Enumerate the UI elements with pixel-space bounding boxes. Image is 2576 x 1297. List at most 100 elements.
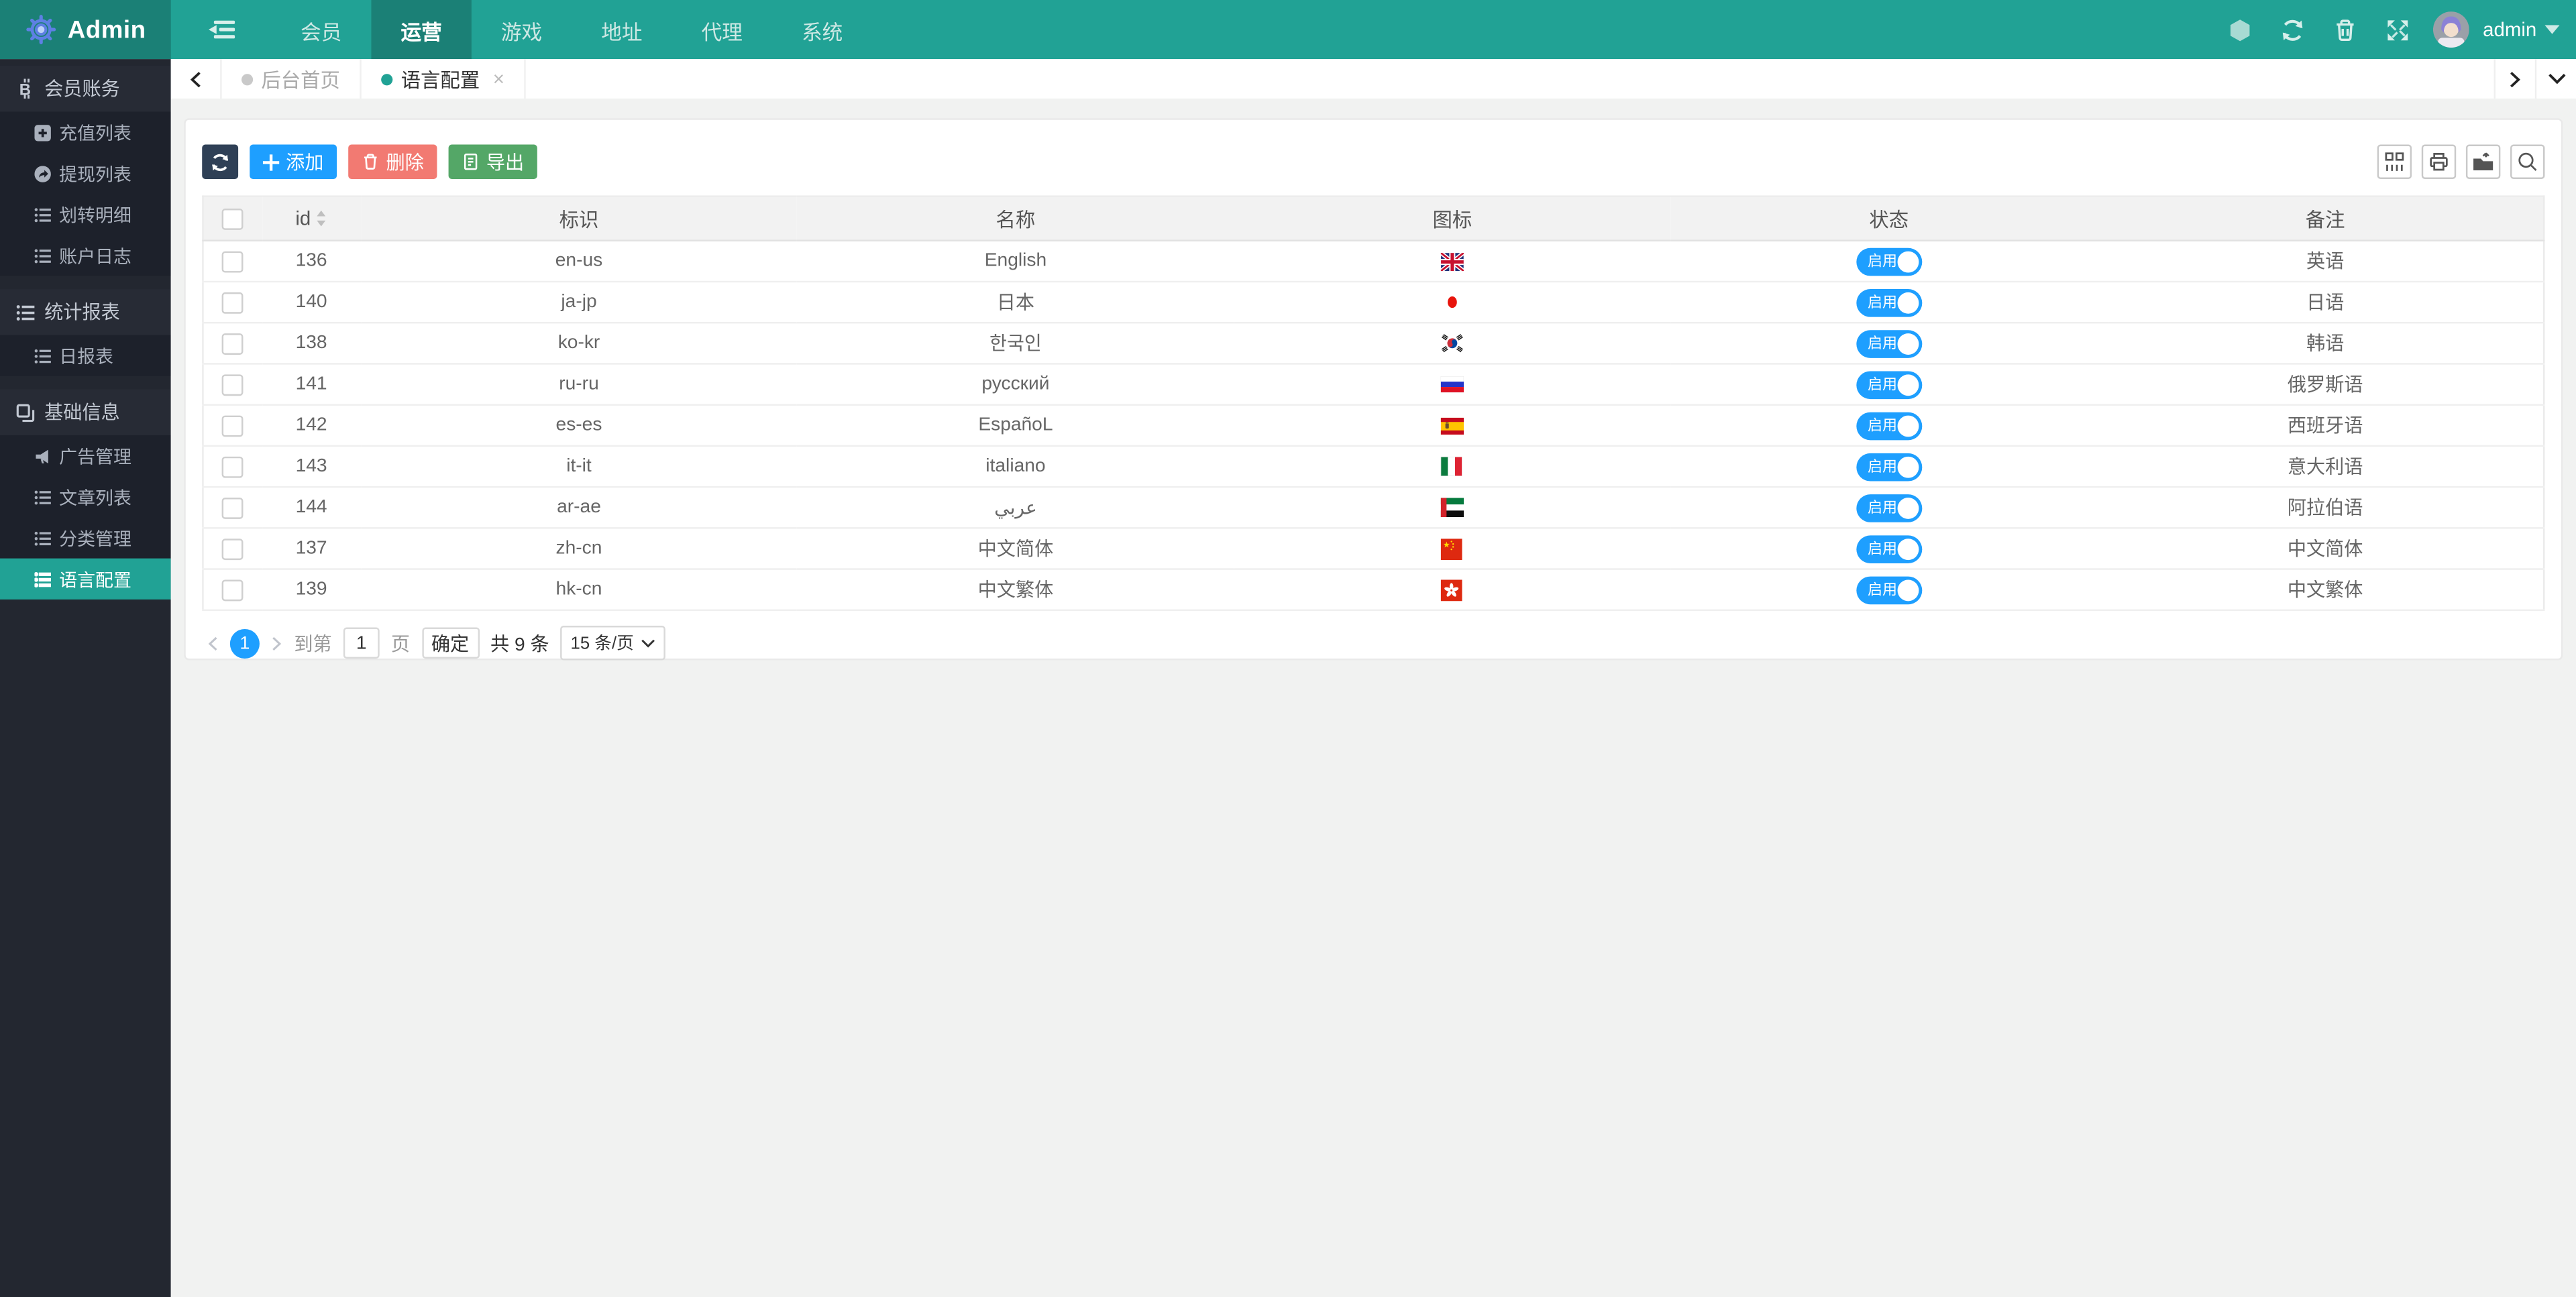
sidebar-item-recharge-list[interactable]: 充值列表 <box>0 112 171 153</box>
cell-code: es-es <box>360 404 798 447</box>
prev-page-icon[interactable] <box>207 635 219 651</box>
nav-item-address[interactable]: 地址 <box>572 0 672 59</box>
tab-dashboard[interactable]: 后台首页 <box>222 59 362 99</box>
column-header-id[interactable]: id <box>262 196 361 242</box>
tabs-menu-button[interactable] <box>2534 59 2576 99</box>
sidebar-item-language-config[interactable]: 语言配置 <box>0 558 171 600</box>
sidebar-item-account-log[interactable]: 账户日志 <box>0 235 171 276</box>
table-tools <box>2377 144 2545 179</box>
toggle-knob <box>1897 538 1919 559</box>
tabs-scroll-right-button[interactable] <box>2493 59 2535 99</box>
table-row: 137 zh-cn 中文简体 启用 中文简体 <box>203 528 2544 570</box>
next-page-icon[interactable] <box>271 635 282 651</box>
nav-item-operation[interactable]: 运营 <box>371 0 472 60</box>
column-header-status[interactable]: 状态 <box>1670 196 2108 242</box>
page-size-select[interactable]: 15 条/页 <box>560 626 665 661</box>
sidebar-item-ad-management[interactable]: 广告管理 <box>0 435 171 476</box>
row-checkbox[interactable] <box>222 332 244 354</box>
status-toggle[interactable]: 启用 <box>1856 370 1922 398</box>
toggle-knob <box>1897 414 1919 437</box>
current-page-button[interactable]: 1 <box>229 628 260 658</box>
username-label[interactable]: admin <box>2483 18 2536 41</box>
nav-item-system[interactable]: 系统 <box>772 0 872 59</box>
cn-flag-icon <box>1234 538 1670 559</box>
cell-name: 日本 <box>797 282 1234 324</box>
sidebar-item-withdraw-list[interactable]: 提现列表 <box>0 153 171 194</box>
row-checkbox[interactable] <box>222 291 244 313</box>
refresh-button[interactable] <box>202 144 239 179</box>
sidebar-section-statistics[interactable]: 统计报表 <box>0 289 171 335</box>
fullscreen-icon[interactable] <box>2371 0 2424 59</box>
tab-bar: 后台首页 语言配置 × <box>170 59 2576 99</box>
cell-name: 한국인 <box>797 323 1234 365</box>
row-checkbox[interactable] <box>222 455 244 477</box>
column-header-name[interactable]: 名称 <box>797 196 1234 242</box>
shrink-menu-icon <box>207 18 234 41</box>
column-header-code[interactable]: 标识 <box>360 196 798 242</box>
tab-language-config[interactable]: 语言配置 × <box>362 59 526 99</box>
add-button[interactable]: 添加 <box>250 144 337 179</box>
brand-logo[interactable]: Admin <box>0 0 171 60</box>
language-config-card: 添加 删除 导出 id 标识 名称 图标 状态 备注 136 en-us Eng… <box>184 118 2563 661</box>
cell-remark: 日语 <box>2107 282 2544 324</box>
trash-icon[interactable] <box>2318 0 2371 59</box>
cell-name: русский <box>797 363 1234 406</box>
printer-icon[interactable] <box>2421 144 2457 179</box>
sidebar-toggle[interactable] <box>171 0 271 59</box>
select-all-checkbox[interactable] <box>222 207 244 229</box>
sidebar-item-category-management[interactable]: 分类管理 <box>0 517 171 558</box>
user-avatar[interactable] <box>2433 11 2470 48</box>
cell-code: it-it <box>360 445 798 488</box>
row-checkbox[interactable] <box>222 579 244 601</box>
cell-remark: 韩语 <box>2107 323 2544 365</box>
cell-id: 141 <box>262 363 361 406</box>
status-toggle[interactable]: 启用 <box>1856 247 1922 276</box>
refresh-icon[interactable] <box>2266 0 2318 59</box>
cell-code: en-us <box>360 240 798 283</box>
nav-item-game[interactable]: 游戏 <box>472 0 572 59</box>
delete-button[interactable]: 删除 <box>348 144 437 179</box>
sidebar-section-basic-info[interactable]: 基础信息 <box>0 389 171 435</box>
tab-label: 后台首页 <box>261 68 340 91</box>
status-toggle[interactable]: 启用 <box>1856 329 1922 357</box>
search-icon[interactable] <box>2510 144 2545 179</box>
cell-name: عربي <box>797 487 1234 529</box>
cell-id: 138 <box>262 323 361 365</box>
gb-flag-icon <box>1234 251 1670 270</box>
chevron-down-icon[interactable] <box>2544 25 2560 35</box>
export-button[interactable]: 导出 <box>448 144 537 179</box>
nav-item-agent[interactable]: 代理 <box>672 0 772 59</box>
export-folder-icon[interactable] <box>2465 144 2501 179</box>
status-toggle[interactable]: 启用 <box>1856 493 1922 522</box>
confirm-page-button[interactable]: 确定 <box>421 627 479 659</box>
close-tab-icon[interactable]: × <box>493 67 504 90</box>
item-label: 充值列表 <box>59 123 131 144</box>
status-toggle[interactable]: 启用 <box>1856 452 1922 481</box>
columns-icon[interactable] <box>2377 144 2412 179</box>
row-checkbox[interactable] <box>222 496 244 518</box>
column-header-remark[interactable]: 备注 <box>2107 196 2544 242</box>
status-toggle[interactable]: 启用 <box>1856 575 1922 604</box>
sidebar-item-transfer-detail[interactable]: 划转明细 <box>0 194 171 235</box>
row-checkbox[interactable] <box>222 250 244 272</box>
page-number-input[interactable] <box>343 627 380 659</box>
sidebar-item-daily-report[interactable]: 日报表 <box>0 335 171 376</box>
sidebar-section-member-accounts[interactable]: B 会员账务 <box>0 65 171 112</box>
status-toggle[interactable]: 启用 <box>1856 411 1922 440</box>
table-header-row: id 标识 名称 图标 状态 备注 <box>203 196 2544 242</box>
navbar-right: admin <box>2214 0 2576 59</box>
status-toggle[interactable]: 启用 <box>1856 288 1922 317</box>
row-checkbox[interactable] <box>222 374 244 395</box>
list-icon <box>34 206 51 222</box>
status-toggle[interactable]: 启用 <box>1856 534 1922 563</box>
nav-item-member[interactable]: 会员 <box>271 0 371 59</box>
column-header-icon[interactable]: 图标 <box>1234 196 1671 242</box>
hexagon-icon[interactable] <box>2214 0 2266 59</box>
row-checkbox[interactable] <box>222 538 244 559</box>
tabs-scroll-left-button[interactable] <box>171 59 222 99</box>
row-checkbox[interactable] <box>222 414 244 437</box>
sidebar-item-article-list[interactable]: 文章列表 <box>0 476 171 517</box>
table-row: 144 ar-ae عربي 启用 阿拉伯语 <box>203 487 2544 529</box>
toggle-knob <box>1897 250 1919 272</box>
toggle-knob <box>1897 374 1919 395</box>
